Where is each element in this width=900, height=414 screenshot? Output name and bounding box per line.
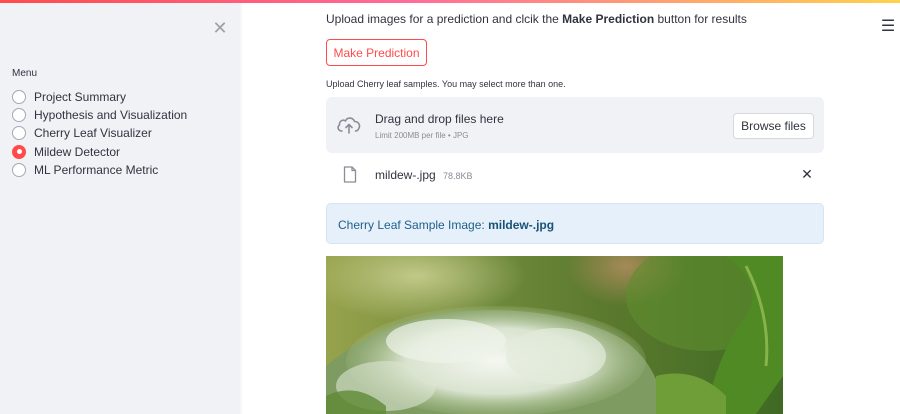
menu-item-ml-performance[interactable]: ML Performance Metric [12, 161, 187, 179]
menu-item-label: Cherry Leaf Visualizer [34, 126, 152, 141]
menu-item-visualizer[interactable]: Cherry Leaf Visualizer [12, 124, 187, 142]
intro-text: Upload images for a prediction and clcik… [326, 12, 747, 26]
sidebar: ✕ Menu Project Summary Hypothesis and Vi… [0, 3, 240, 414]
file-name-text: mildew-.jpg [375, 168, 436, 182]
menu-item-label: Project Summary [34, 90, 127, 105]
uploader-label: Upload Cherry leaf samples. You may sele… [326, 79, 566, 89]
radio-button-selected[interactable] [12, 144, 26, 159]
file-dropzone[interactable]: Drag and drop files here Limit 200MB per… [326, 97, 824, 153]
close-icon[interactable]: ✕ [211, 19, 229, 37]
info-text: Cherry Leaf Sample Image: mildew-.jpg [338, 218, 554, 232]
radio-button[interactable] [12, 90, 26, 105]
file-icon [343, 166, 357, 183]
radio-button[interactable] [12, 162, 26, 177]
uploaded-file-row: mildew-.jpg 78.8KB ✕ [326, 160, 824, 190]
dropzone-title: Drag and drop files here [375, 112, 504, 126]
intro-suffix: button for results [654, 12, 747, 26]
cherry-leaf-image [326, 256, 783, 414]
radio-button[interactable] [12, 126, 26, 141]
browse-files-button[interactable]: Browse files [733, 113, 814, 139]
dropzone-subtitle: Limit 200MB per file • JPG [375, 131, 469, 140]
menu-label: Menu [12, 68, 38, 79]
make-prediction-button[interactable]: Make Prediction [326, 39, 427, 66]
intro-bold: Make Prediction [562, 12, 655, 26]
menu-item-project-summary[interactable]: Project Summary [12, 88, 187, 106]
remove-file-icon[interactable]: ✕ [800, 165, 814, 183]
hamburger-menu-icon[interactable]: ☰ [880, 18, 896, 36]
menu-item-label: ML Performance Metric [34, 162, 159, 177]
radio-button[interactable] [12, 108, 26, 123]
file-size: 78.8KB [443, 171, 473, 181]
menu-item-hypothesis[interactable]: Hypothesis and Visualization [12, 106, 187, 124]
menu-item-label: Mildew Detector [34, 144, 121, 159]
menu-item-label: Hypothesis and Visualization [34, 108, 188, 123]
info-alert: Cherry Leaf Sample Image: mildew-.jpg [326, 203, 824, 244]
cloud-upload-icon [337, 117, 361, 134]
intro-prefix: Upload images for a prediction and clcik… [326, 12, 563, 26]
sidebar-divider [240, 3, 242, 414]
info-filename: mildew-.jpg [488, 218, 555, 232]
leaf-photo-graphic [326, 256, 783, 414]
info-prefix: Cherry Leaf Sample Image: [338, 218, 489, 232]
menu-radio-group: Project Summary Hypothesis and Visualiza… [12, 88, 187, 179]
menu-item-mildew-detector[interactable]: Mildew Detector [12, 143, 187, 161]
file-name: mildew-.jpg 78.8KB [375, 168, 473, 182]
